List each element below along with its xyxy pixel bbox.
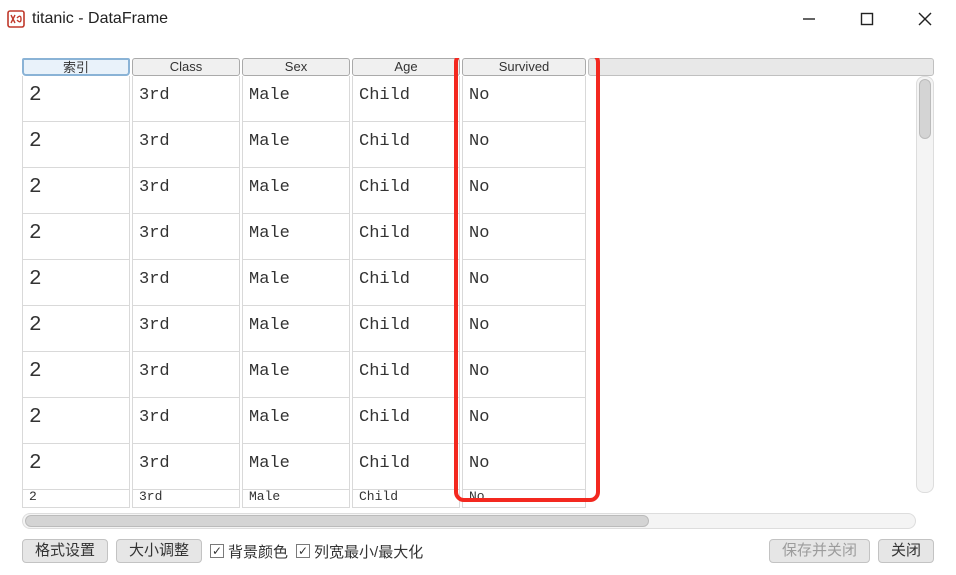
vertical-scrollbar[interactable] xyxy=(916,76,934,493)
cell-survived[interactable]: No xyxy=(462,214,586,260)
header-filler xyxy=(588,58,934,76)
cell-age[interactable]: Child xyxy=(352,260,460,306)
cell-survived[interactable]: No xyxy=(462,352,586,398)
titlebar: titanic - DataFrame xyxy=(0,0,956,38)
cell-survived[interactable]: No xyxy=(462,260,586,306)
format-settings-button[interactable]: 格式设置 xyxy=(22,539,108,563)
horizontal-scrollbar-thumb[interactable] xyxy=(25,515,649,527)
cell-survived[interactable]: No xyxy=(462,76,586,122)
cell-sex[interactable]: Male xyxy=(242,444,350,490)
table-row[interactable]: 23rdMaleChildNo xyxy=(22,444,588,490)
column-header-sex[interactable]: Sex xyxy=(242,58,350,76)
index-cell[interactable]: 2 xyxy=(22,168,130,214)
index-cell[interactable]: 2 xyxy=(22,260,130,306)
cell-age[interactable]: Child xyxy=(352,352,460,398)
resize-button[interactable]: 大小调整 xyxy=(116,539,202,563)
cell-age[interactable]: Child xyxy=(352,398,460,444)
vertical-scrollbar-thumb[interactable] xyxy=(919,79,931,139)
index-cell[interactable]: 2 xyxy=(22,214,130,260)
cell-age[interactable]: Child xyxy=(352,490,460,508)
index-cell[interactable]: 2 xyxy=(22,122,130,168)
footer-bar: 格式设置 大小调整 ✓ 背景颜色 ✓ 列宽最小/最大化 保存并关闭 关闭 xyxy=(22,537,934,565)
checkbox-checked-icon: ✓ xyxy=(296,544,310,558)
background-color-checkbox[interactable]: ✓ 背景颜色 xyxy=(210,541,288,562)
cell-class[interactable]: 3rd xyxy=(132,490,240,508)
cell-class[interactable]: 3rd xyxy=(132,260,240,306)
cell-survived[interactable]: No xyxy=(462,490,586,508)
index-cell[interactable]: 2 xyxy=(22,306,130,352)
cell-sex[interactable]: Male xyxy=(242,490,350,508)
cell-survived[interactable]: No xyxy=(462,122,586,168)
data-viewport[interactable]: 23rdMaleChildNo23rdMaleChildNo23rdMaleCh… xyxy=(22,76,934,511)
maximize-button[interactable] xyxy=(838,0,896,37)
cell-age[interactable]: Child xyxy=(352,168,460,214)
cell-sex[interactable]: Male xyxy=(242,398,350,444)
cell-age[interactable]: Child xyxy=(352,306,460,352)
cell-sex[interactable]: Male xyxy=(242,260,350,306)
table-row[interactable]: 23rdMaleChildNo xyxy=(22,398,588,444)
column-width-checkbox[interactable]: ✓ 列宽最小/最大化 xyxy=(296,541,423,562)
column-header-age[interactable]: Age xyxy=(352,58,460,76)
index-cell[interactable]: 2 xyxy=(22,352,130,398)
cell-sex[interactable]: Male xyxy=(242,214,350,260)
table-row[interactable]: 23rdMaleChildNo xyxy=(22,260,588,306)
column-header-class[interactable]: Class xyxy=(132,58,240,76)
cell-age[interactable]: Child xyxy=(352,214,460,260)
table-row[interactable]: 23rdMaleChildNo xyxy=(22,76,588,122)
window-title: titanic - DataFrame xyxy=(32,10,168,28)
cell-survived[interactable]: No xyxy=(462,168,586,214)
table-row[interactable]: 23rdMaleChildNo xyxy=(22,306,588,352)
checkbox-checked-icon: ✓ xyxy=(210,544,224,558)
window-controls xyxy=(780,0,954,37)
table-row[interactable]: 23rdMaleChildNo xyxy=(22,122,588,168)
cell-sex[interactable]: Male xyxy=(242,352,350,398)
index-cell[interactable]: 2 xyxy=(22,76,130,122)
cell-sex[interactable]: Male xyxy=(242,168,350,214)
index-cell[interactable]: 2 xyxy=(22,490,130,508)
rows-container: 23rdMaleChildNo23rdMaleChildNo23rdMaleCh… xyxy=(22,76,588,511)
content-area: 索引 Class Sex Age Survived 23rdMaleChildN… xyxy=(0,38,956,575)
cell-age[interactable]: Child xyxy=(352,122,460,168)
cell-survived[interactable]: No xyxy=(462,306,586,352)
table-row[interactable]: 23rdMaleChildNo xyxy=(22,168,588,214)
cell-class[interactable]: 3rd xyxy=(132,444,240,490)
cell-class[interactable]: 3rd xyxy=(132,398,240,444)
cell-age[interactable]: Child xyxy=(352,76,460,122)
cell-sex[interactable]: Male xyxy=(242,122,350,168)
cell-survived[interactable]: No xyxy=(462,398,586,444)
data-area: 23rdMaleChildNo23rdMaleChildNo23rdMaleCh… xyxy=(22,76,934,529)
close-footer-button[interactable]: 关闭 xyxy=(878,539,934,563)
close-button[interactable] xyxy=(896,0,954,37)
column-header-survived[interactable]: Survived xyxy=(462,58,586,76)
save-and-close-button[interactable]: 保存并关闭 xyxy=(769,539,870,563)
cell-age[interactable]: Child xyxy=(352,444,460,490)
table-wrap: 索引 Class Sex Age Survived 23rdMaleChildN… xyxy=(22,58,934,529)
index-cell[interactable]: 2 xyxy=(22,398,130,444)
cell-class[interactable]: 3rd xyxy=(132,168,240,214)
app-icon xyxy=(6,9,26,29)
background-color-label: 背景颜色 xyxy=(228,541,288,562)
cell-class[interactable]: 3rd xyxy=(132,214,240,260)
cell-class[interactable]: 3rd xyxy=(132,352,240,398)
table-header-row: 索引 Class Sex Age Survived xyxy=(22,58,934,76)
index-header[interactable]: 索引 xyxy=(22,58,130,76)
cell-class[interactable]: 3rd xyxy=(132,76,240,122)
cell-class[interactable]: 3rd xyxy=(132,306,240,352)
table-row[interactable]: 23rdMaleChildNo xyxy=(22,214,588,260)
index-cell[interactable]: 2 xyxy=(22,444,130,490)
table-row[interactable]: 23rdMaleChildNo xyxy=(22,490,588,508)
cell-class[interactable]: 3rd xyxy=(132,122,240,168)
horizontal-scrollbar[interactable] xyxy=(22,513,916,529)
minimize-button[interactable] xyxy=(780,0,838,37)
table-row[interactable]: 23rdMaleChildNo xyxy=(22,352,588,398)
cell-sex[interactable]: Male xyxy=(242,306,350,352)
column-width-label: 列宽最小/最大化 xyxy=(314,541,423,562)
cell-sex[interactable]: Male xyxy=(242,76,350,122)
cell-survived[interactable]: No xyxy=(462,444,586,490)
